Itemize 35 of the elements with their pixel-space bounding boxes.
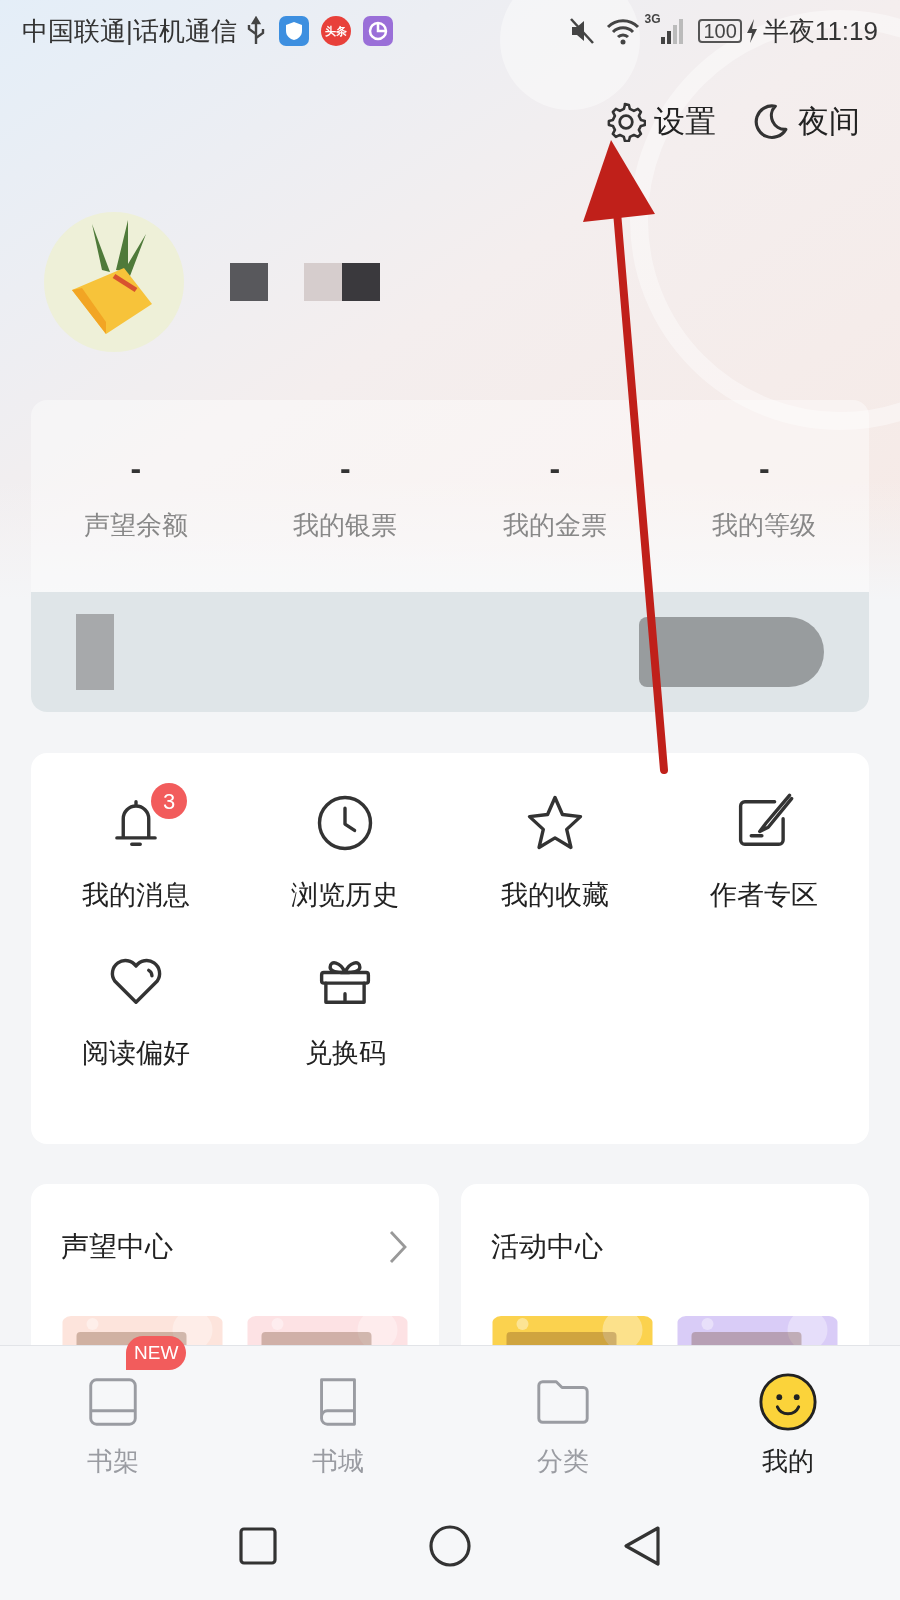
menu-item[interactable]: 浏览历史 — [291, 789, 400, 947]
charging-icon — [744, 18, 759, 44]
stat-label: 我的银票 — [293, 509, 398, 542]
card-title: 声望中心 — [61, 1230, 173, 1264]
menu-item[interactable]: 作者专区 — [710, 789, 819, 947]
settings-button[interactable]: 设置 — [606, 98, 716, 146]
stat-label: 我的等级 — [712, 509, 817, 542]
stat-value: - — [758, 450, 770, 486]
menu-item[interactable]: 兑换码 — [304, 946, 386, 1104]
new-badge: NEW — [126, 1336, 187, 1370]
menu-item[interactable]: 我的收藏 — [500, 789, 609, 947]
stat-value: - — [339, 450, 351, 486]
card-title: 活动中心 — [491, 1230, 603, 1264]
home-button[interactable] — [428, 1524, 472, 1568]
recent-apps-button[interactable] — [238, 1526, 278, 1566]
carrier-name: 中国联通|话机通信 — [22, 14, 237, 48]
stat-label: 声望余额 — [83, 509, 188, 542]
clock-time: 半夜11:19 — [762, 14, 878, 48]
shield-app-icon — [278, 16, 309, 46]
chart-app-icon — [362, 16, 393, 46]
notification-badge: 3 — [151, 783, 187, 819]
gear-icon — [606, 102, 646, 142]
smiley-icon — [757, 1372, 818, 1432]
night-mode-button[interactable]: 夜间 — [750, 98, 860, 146]
stat-value: - — [130, 450, 142, 486]
battery-level: 100 — [698, 19, 742, 43]
tab-item[interactable]: 我的 — [757, 1346, 818, 1492]
mute-icon — [568, 16, 597, 46]
menu-item[interactable]: 阅读偏好 — [81, 946, 190, 1104]
network-type: 3G — [644, 11, 661, 28]
back-button[interactable] — [622, 1524, 662, 1568]
wifi-icon — [606, 16, 641, 46]
stat-value: - — [549, 450, 561, 486]
chevron-right-icon[interactable] — [387, 1229, 409, 1265]
stat-label: 我的金票 — [502, 509, 607, 542]
